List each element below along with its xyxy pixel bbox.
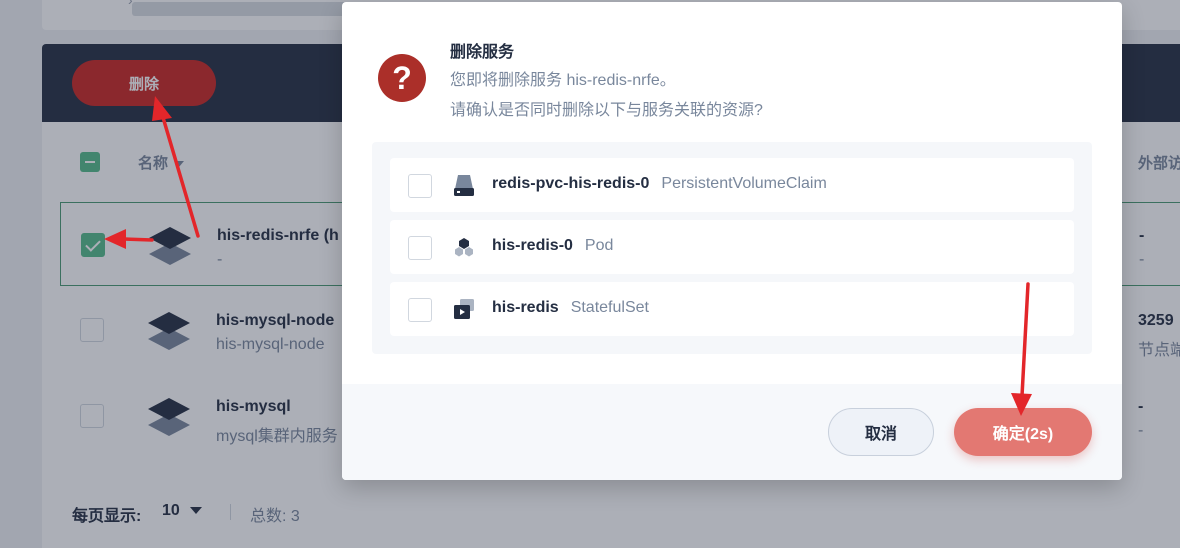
question-icon: ? [378,54,426,102]
resource-type: PersistentVolumeClaim [661,175,827,192]
resource-type: Pod [584,237,614,254]
resource-item[interactable]: his-redis StatefulSet [390,282,1074,336]
confirm-button[interactable]: 确定(2s) [954,408,1092,456]
resource-checkbox[interactable] [408,236,432,260]
resource-item[interactable]: his-redis-0 Pod [390,220,1074,274]
pod-icon [455,238,473,257]
resource-checkbox[interactable] [408,298,432,322]
dialog-description: 您即将删除服务 his-redis-nrfe。 [450,72,676,89]
resource-item[interactable]: redis-pvc-his-redis-0 PersistentVolumeCla… [390,158,1074,212]
resource-checkbox[interactable] [408,174,432,198]
dialog-title: 删除服务 [450,44,515,61]
resource-name: his-redis StatefulSet [492,299,649,316]
resource-type: StatefulSet [570,299,649,316]
related-resources-panel: redis-pvc-his-redis-0 PersistentVolumeCla… [372,142,1092,354]
dialog-footer: 取消 确定(2s) [342,384,1122,480]
volume-icon [454,175,474,196]
cancel-button[interactable]: 取消 [828,408,934,456]
statefulset-icon [454,299,474,319]
resource-name: redis-pvc-his-redis-0 PersistentVolumeCla… [492,175,827,192]
delete-service-dialog: ? 删除服务 您即将删除服务 his-redis-nrfe。 请确认是否同时删除… [342,2,1122,480]
resource-name: his-redis-0 Pod [492,237,614,254]
dialog-description-confirm: 请确认是否同时删除以下与服务关联的资源? [450,102,763,119]
